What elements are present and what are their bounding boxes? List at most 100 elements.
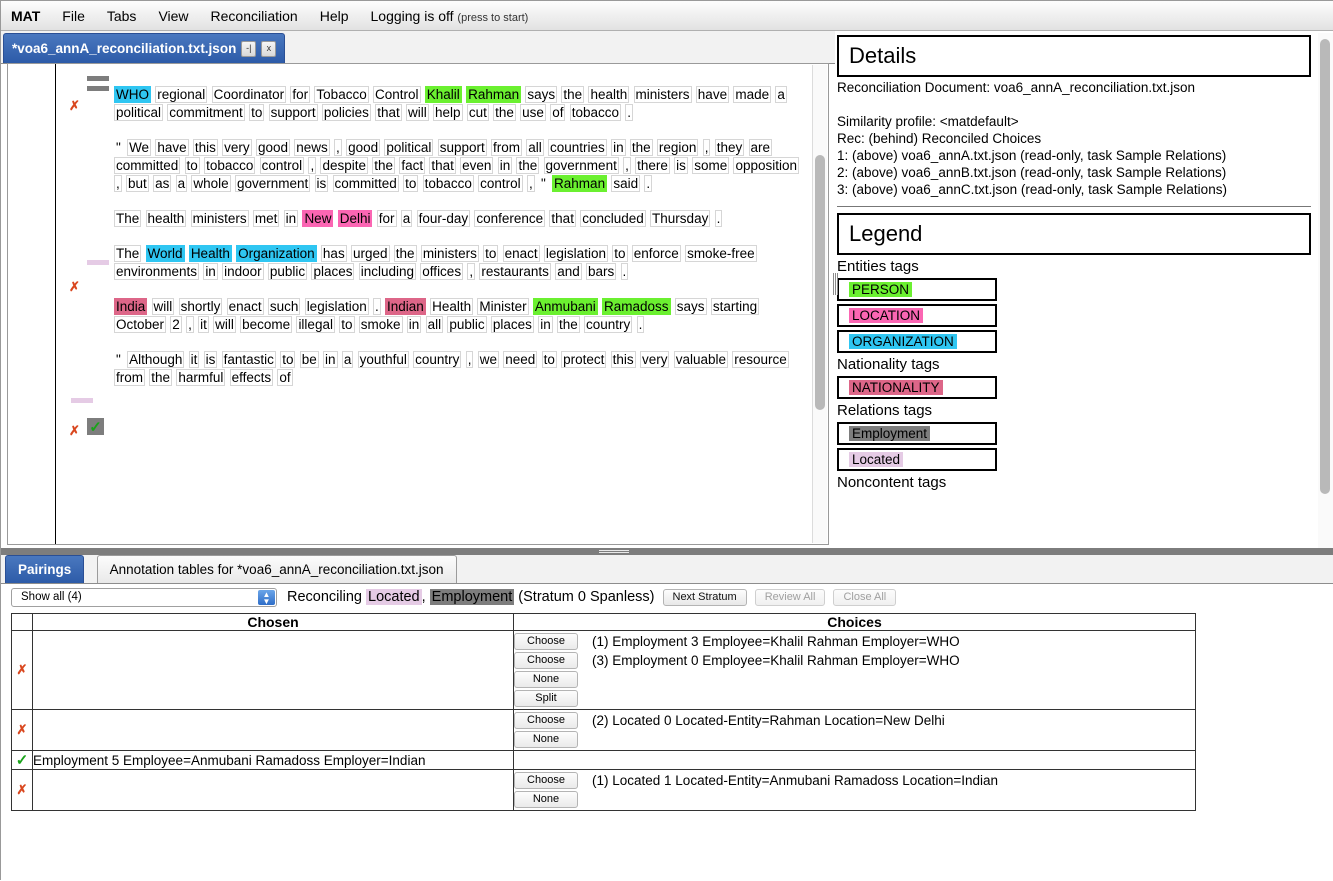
text-token[interactable]: political xyxy=(384,139,434,156)
text-token[interactable]: Control xyxy=(372,86,421,103)
text-token[interactable]: whole xyxy=(191,175,231,192)
text-token[interactable]: , xyxy=(334,139,342,156)
none-button[interactable]: None xyxy=(514,731,578,748)
text-token[interactable]: legislation xyxy=(543,245,608,262)
text-token[interactable]: have xyxy=(155,139,189,156)
text-token[interactable]: enforce xyxy=(631,245,681,262)
legend-item[interactable]: Employment xyxy=(837,422,997,445)
text-token[interactable]: some xyxy=(692,157,730,174)
logging-toggle[interactable]: Logging is off (press to start) xyxy=(371,8,529,24)
text-token[interactable]: in xyxy=(611,139,626,156)
text-token[interactable]: " xyxy=(114,351,123,368)
gutter-relation-bar[interactable] xyxy=(87,76,109,81)
text-token[interactable]: . xyxy=(636,316,645,333)
text-token[interactable]: control xyxy=(478,175,523,192)
text-token[interactable]: Indian xyxy=(385,298,426,315)
text-token[interactable]: harmful xyxy=(176,369,226,386)
text-token[interactable]: , xyxy=(526,175,535,192)
text-token[interactable]: that xyxy=(375,104,402,121)
text-token[interactable]: said xyxy=(611,175,641,192)
text-token[interactable]: offices xyxy=(420,263,464,280)
text-token[interactable]: to xyxy=(483,245,499,262)
text-token[interactable]: news xyxy=(294,139,330,156)
text-token[interactable]: Coordinator xyxy=(211,86,287,103)
choose-button[interactable]: Choose xyxy=(514,652,578,669)
text-token[interactable]: in xyxy=(406,316,422,333)
document-text[interactable]: WHO regional Coordinator for Tobacco Con… xyxy=(108,64,810,544)
text-token[interactable]: a xyxy=(400,210,413,227)
legend-item[interactable]: PERSON xyxy=(837,278,997,301)
text-token[interactable]: in xyxy=(203,263,218,280)
text-token[interactable]: tobacco xyxy=(422,175,474,192)
text-token[interactable]: countries xyxy=(548,139,607,156)
chosen-cell[interactable] xyxy=(32,630,514,710)
text-token[interactable]: despite xyxy=(320,157,369,174)
side-vertical-scrollbar[interactable] xyxy=(1318,33,1333,549)
text-token[interactable]: resource xyxy=(732,351,789,368)
text-token[interactable]: a xyxy=(175,175,188,192)
text-token[interactable]: to xyxy=(612,245,628,262)
text-token[interactable]: the xyxy=(393,245,417,262)
text-token[interactable]: October xyxy=(114,316,167,333)
split-button[interactable]: Split xyxy=(514,690,578,707)
choose-button[interactable]: Choose xyxy=(514,633,578,650)
text-token[interactable]: Tobacco xyxy=(314,86,369,103)
text-token[interactable]: conference xyxy=(474,210,546,227)
document-scroll-thumb[interactable] xyxy=(815,155,825,410)
text-token[interactable]: , xyxy=(623,157,631,174)
text-token[interactable]: we xyxy=(477,351,499,368)
document-tab-active[interactable]: *voa6_annA_reconciliation.txt.json -| x xyxy=(3,33,286,63)
text-token[interactable]: to xyxy=(249,104,265,121)
text-token[interactable]: smoke-free xyxy=(685,245,757,262)
text-token[interactable]: government xyxy=(234,175,311,192)
text-token[interactable]: in xyxy=(323,351,338,368)
text-token[interactable]: to xyxy=(339,316,355,333)
text-token[interactable]: indoor xyxy=(222,263,264,280)
text-token[interactable]: concluded xyxy=(580,210,646,227)
text-token[interactable]: the xyxy=(516,157,540,174)
legend-item[interactable]: ORGANIZATION xyxy=(837,330,997,353)
text-token[interactable]: four-day xyxy=(416,210,471,227)
text-token[interactable]: Thursday xyxy=(650,210,711,227)
none-button[interactable]: None xyxy=(514,671,578,688)
text-token[interactable]: but xyxy=(126,175,149,192)
text-token[interactable]: , xyxy=(308,157,317,174)
text-token[interactable]: will xyxy=(213,316,236,333)
text-token[interactable]: Minister xyxy=(477,298,529,315)
text-token[interactable]: government xyxy=(543,157,619,174)
text-token[interactable]: opposition xyxy=(733,157,800,174)
text-token[interactable]: restaurants xyxy=(479,263,551,280)
text-token[interactable]: . xyxy=(644,175,653,192)
text-token[interactable]: political xyxy=(114,104,164,121)
text-token[interactable]: for xyxy=(376,210,397,227)
text-token[interactable]: the xyxy=(629,139,653,156)
text-token[interactable]: the xyxy=(556,316,580,333)
text-token[interactable]: that xyxy=(549,210,576,227)
text-token[interactable]: urged xyxy=(350,245,390,262)
horizontal-splitter[interactable] xyxy=(1,548,1333,555)
text-token[interactable]: to xyxy=(403,175,419,192)
gutter-reject-icon[interactable]: ✗ xyxy=(69,423,80,439)
annotation-gutter-markers[interactable]: ✗ ✗ ✗ ✓ xyxy=(57,64,109,544)
text-token[interactable]: health xyxy=(588,86,630,103)
legend-item[interactable]: Located xyxy=(837,448,997,471)
text-token[interactable]: made xyxy=(733,86,772,103)
text-token[interactable]: regional xyxy=(155,86,208,103)
text-token[interactable]: such xyxy=(267,298,301,315)
text-token[interactable]: support xyxy=(437,139,487,156)
text-token[interactable]: fact xyxy=(399,157,426,174)
text-token[interactable]: has xyxy=(320,245,347,262)
text-token[interactable]: and xyxy=(555,263,582,280)
text-token[interactable]: . xyxy=(714,210,723,227)
text-token[interactable]: from xyxy=(114,369,145,386)
text-token[interactable]: enact xyxy=(226,298,264,315)
text-token[interactable]: ministers xyxy=(190,210,249,227)
text-token[interactable]: as xyxy=(153,175,172,192)
text-token[interactable]: bars xyxy=(585,263,617,280)
tab-minimize-button[interactable]: -| xyxy=(241,40,257,57)
text-token[interactable]: tobacco xyxy=(204,157,256,174)
review-all-button[interactable]: Review All xyxy=(754,588,826,606)
text-token[interactable]: all xyxy=(526,139,544,156)
text-token[interactable]: policies xyxy=(321,104,371,121)
text-token[interactable]: says xyxy=(525,86,558,103)
